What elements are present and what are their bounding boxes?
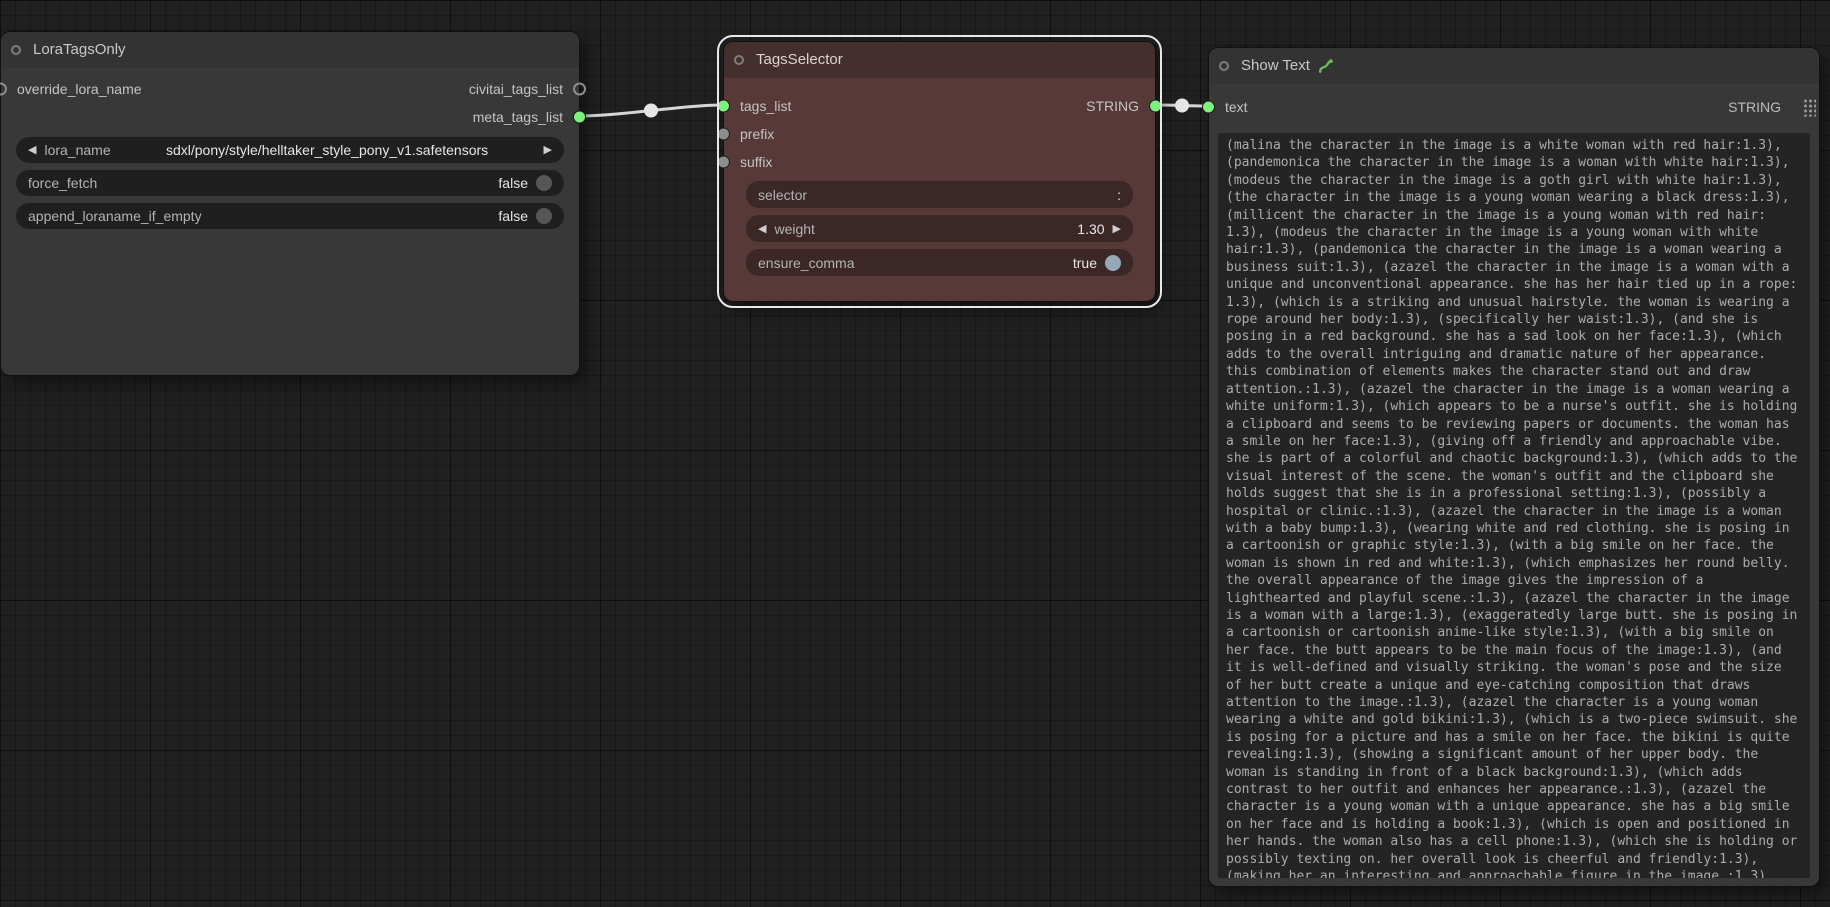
force-fetch-toggle[interactable]: force_fetch false xyxy=(16,170,564,196)
output-label: STRING xyxy=(1728,99,1781,115)
node-graph-canvas[interactable]: LoraTagsOnly override_lora_name civitai_… xyxy=(0,0,1830,907)
input-dot-prefix[interactable] xyxy=(717,128,730,141)
widget-label: append_loraname_if_empty xyxy=(28,208,202,224)
widget-value: : xyxy=(1117,187,1121,203)
output-dot-string[interactable] xyxy=(1149,100,1162,113)
combo-left-arrow-icon[interactable]: ◀ xyxy=(758,216,766,242)
input-dot-tags-list[interactable] xyxy=(717,100,730,113)
widget-value: sdxl/pony/style/helltaker_style_pony_v1.… xyxy=(119,142,536,158)
widget-label: selector xyxy=(758,187,807,203)
append-loraname-if-empty-toggle[interactable]: append_loraname_if_empty false xyxy=(16,203,564,229)
widget-value: true xyxy=(1073,255,1097,271)
node-title-bar[interactable]: LoraTagsOnly xyxy=(1,32,579,68)
output-label: meta_tags_list xyxy=(473,109,563,125)
output-dot-meta-tags-list[interactable] xyxy=(573,111,586,124)
selector-text-widget[interactable]: selector : xyxy=(746,181,1133,208)
input-label: tags_list xyxy=(740,98,791,114)
input-label: text xyxy=(1225,99,1248,115)
toggle-knob-icon[interactable] xyxy=(1105,255,1121,271)
node-tags-selector[interactable]: TagsSelector tags_list STRING prefix suf… xyxy=(723,41,1156,302)
show-text-output[interactable]: (malina the character in the image is a … xyxy=(1218,133,1810,878)
link-midpoint-dot[interactable] xyxy=(1175,99,1189,113)
collapse-dot-icon[interactable] xyxy=(11,45,21,55)
toggle-knob-icon[interactable] xyxy=(536,175,552,191)
widget-value: 1.30 xyxy=(1077,221,1104,237)
combo-right-arrow-icon[interactable]: ▶ xyxy=(544,137,552,163)
weight-number-widget[interactable]: ◀ weight 1.30 ▶ xyxy=(746,215,1133,242)
combo-right-arrow-icon[interactable]: ▶ xyxy=(1113,216,1121,242)
node-title-bar[interactable]: Show Text xyxy=(1209,48,1819,84)
collapse-dot-icon[interactable] xyxy=(1219,61,1229,71)
toggle-knob-icon[interactable] xyxy=(536,208,552,224)
collapse-dot-icon[interactable] xyxy=(734,55,744,65)
ensure-comma-toggle[interactable]: ensure_comma true xyxy=(746,249,1133,276)
lora-name-combo[interactable]: ◀ lora_name sdxl/pony/style/helltaker_st… xyxy=(16,137,564,163)
output-label: civitai_tags_list xyxy=(469,81,563,97)
node-title: LoraTagsOnly xyxy=(33,32,126,68)
lizard-icon xyxy=(1317,58,1334,75)
widget-label: force_fetch xyxy=(28,175,97,191)
widget-value: false xyxy=(498,208,528,224)
output-dot-civitai-tags-list[interactable] xyxy=(573,83,586,96)
node-show-text[interactable]: Show Text text STRING (malina the charac… xyxy=(1208,47,1820,887)
widget-value: false xyxy=(498,175,528,191)
output-label: STRING xyxy=(1086,98,1139,114)
input-label: prefix xyxy=(740,126,774,142)
node-lora-tags-only[interactable]: LoraTagsOnly override_lora_name civitai_… xyxy=(0,31,580,376)
link-midpoint-dot[interactable] xyxy=(644,104,658,118)
node-title-bar[interactable]: TagsSelector xyxy=(724,42,1155,78)
input-dot-suffix[interactable] xyxy=(717,156,730,169)
node-title: TagsSelector xyxy=(756,42,843,78)
input-label: suffix xyxy=(740,154,772,170)
widget-label: ensure_comma xyxy=(758,255,855,271)
drag-handle-icon[interactable] xyxy=(1802,98,1816,117)
input-label: override_lora_name xyxy=(17,81,142,97)
node-title: Show Text xyxy=(1241,48,1310,84)
widget-label: lora_name xyxy=(44,142,110,158)
input-dot-text[interactable] xyxy=(1202,101,1215,114)
widget-label: weight xyxy=(774,221,814,237)
combo-left-arrow-icon[interactable]: ◀ xyxy=(28,137,36,163)
input-dot-override-lora-name[interactable] xyxy=(0,83,7,96)
